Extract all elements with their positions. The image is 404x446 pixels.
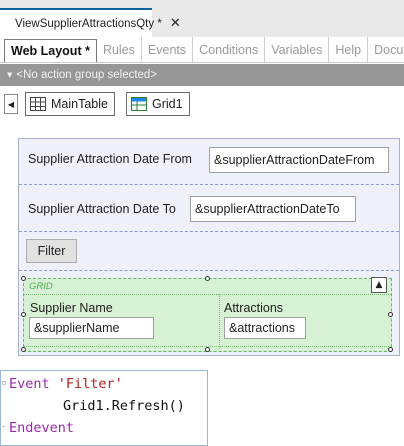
supplier-name-field[interactable]: &supplierName xyxy=(29,317,154,339)
grid1[interactable]: GRID ▲ Supplier Name &supplierName Attra… xyxy=(21,276,393,352)
breadcrumb: ◀ MainTable Grid1 xyxy=(0,90,404,116)
part-tabs: Web Layout * Rules Events Conditions Var… xyxy=(0,37,404,63)
attractions-field[interactable]: &attractions xyxy=(224,317,306,339)
row-separator xyxy=(19,184,399,185)
grid-column-header: Attractions xyxy=(224,301,284,315)
date-from-label: Supplier Attraction Date From xyxy=(28,152,192,166)
code-keyword: Event xyxy=(9,376,50,392)
filter-button[interactable]: Filter xyxy=(26,239,77,263)
tab-events[interactable]: Events xyxy=(142,37,194,62)
tab-variables[interactable]: Variables xyxy=(265,37,330,62)
fold-marker[interactable]: ▫ xyxy=(1,378,7,388)
editor-window: ViewSupplierAttractionsQty * ✕ Web Layou… xyxy=(0,0,404,356)
document-tab-title: ViewSupplierAttractionsQty * xyxy=(15,17,162,30)
grid-caption: GRID xyxy=(29,281,53,292)
resize-handle[interactable] xyxy=(21,312,26,317)
code-keyword: Endevent xyxy=(9,420,75,436)
table-icon xyxy=(30,97,46,111)
resize-handle[interactable] xyxy=(388,312,393,317)
arrow-up-icon[interactable]: ▲ xyxy=(371,277,387,293)
row-separator xyxy=(19,270,399,271)
chevron-down-icon[interactable]: ▼ xyxy=(7,71,12,79)
resize-handle[interactable] xyxy=(205,276,210,281)
date-to-label: Supplier Attraction Date To xyxy=(28,202,176,216)
action-group-label: <No action group selected> xyxy=(16,69,158,81)
code-line: Event 'Filter' xyxy=(9,376,123,392)
date-to-field[interactable]: &supplierAttractionDateTo xyxy=(190,196,356,222)
fold-marker: - xyxy=(1,422,7,432)
action-group-bar[interactable]: ▼ <No action group selected> xyxy=(0,64,404,86)
chevron-left-icon[interactable]: ◀ xyxy=(4,94,18,114)
date-from-field[interactable]: &supplierAttractionDateFrom xyxy=(209,147,389,173)
grid-divider xyxy=(24,294,391,295)
resize-handle[interactable] xyxy=(388,347,393,352)
grid-column-header: Supplier Name xyxy=(30,301,113,315)
close-icon[interactable]: ✕ xyxy=(170,17,181,30)
tab-documentation[interactable]: Docum xyxy=(368,37,404,62)
layout-canvas: Supplier Attraction Date From &supplierA… xyxy=(18,138,400,356)
resize-handle[interactable] xyxy=(21,347,26,352)
breadcrumb-maintable[interactable]: MainTable xyxy=(25,92,115,116)
resize-handle[interactable] xyxy=(21,276,26,281)
row-separator xyxy=(19,231,399,232)
tab-help[interactable]: Help xyxy=(329,37,369,62)
code-line: Endevent xyxy=(9,420,74,436)
event-code-panel[interactable]: ▫ Event 'Filter' Grid1.Refresh() - Endev… xyxy=(0,370,208,446)
grid-icon xyxy=(131,97,147,111)
tab-web-layout[interactable]: Web Layout * xyxy=(4,39,97,62)
resize-handle[interactable] xyxy=(205,347,210,352)
breadcrumb-grid1-label: Grid1 xyxy=(152,97,183,111)
document-tab-strip: ViewSupplierAttractionsQty * ✕ xyxy=(0,0,404,37)
tab-conditions[interactable]: Conditions xyxy=(193,37,266,62)
tab-rules[interactable]: Rules xyxy=(97,37,142,62)
code-statement: Grid1.Refresh() xyxy=(63,398,185,414)
code-line: Grid1.Refresh() xyxy=(63,398,185,414)
grid-column-separator xyxy=(219,294,220,349)
document-tab[interactable]: ViewSupplierAttractionsQty * ✕ xyxy=(0,8,181,37)
breadcrumb-maintable-label: MainTable xyxy=(51,97,108,111)
breadcrumb-grid1[interactable]: Grid1 xyxy=(126,92,190,116)
code-string: 'Filter' xyxy=(57,376,123,392)
